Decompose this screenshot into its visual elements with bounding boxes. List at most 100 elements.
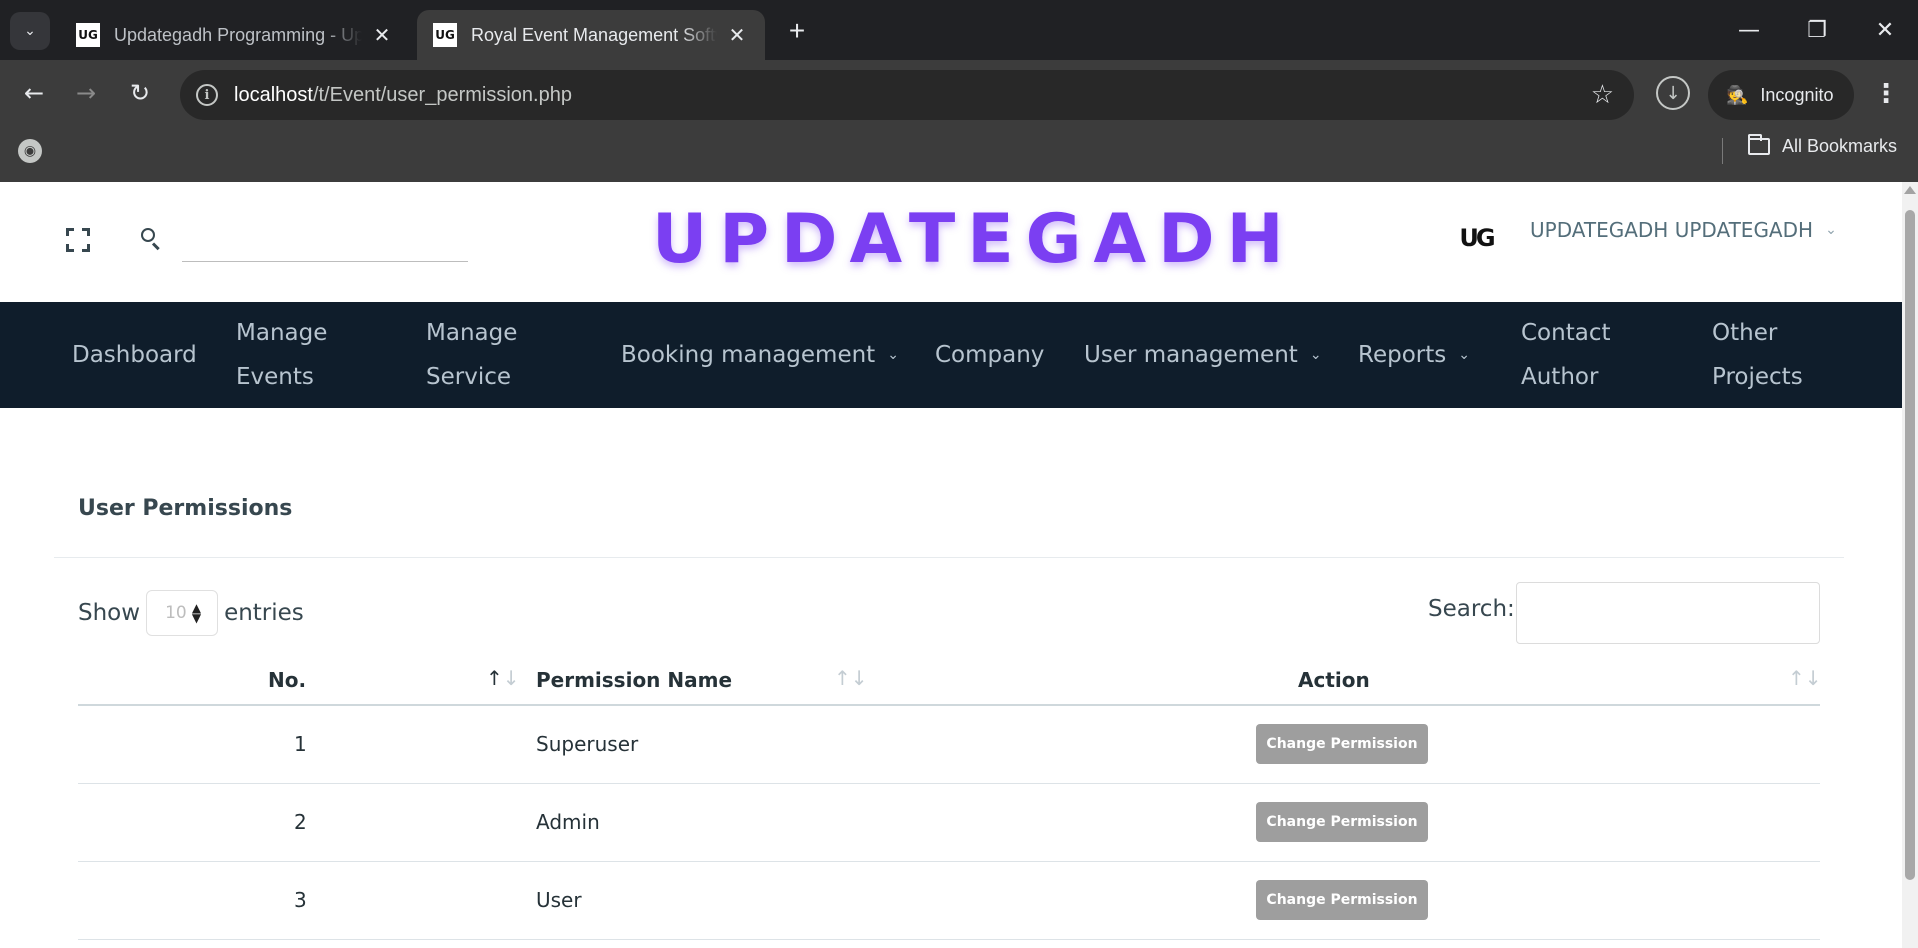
- column-header-no[interactable]: No.: [268, 668, 306, 692]
- user-menu[interactable]: UPDATEGADH UPDATEGADH ⌄: [1530, 218, 1837, 242]
- table-row: 2 Admin Change Permission: [78, 784, 1820, 862]
- close-window-button[interactable]: ✕: [1860, 8, 1910, 52]
- main-navbar: Dashboard Manage Events Manage Service B…: [0, 302, 1902, 408]
- show-label: Show: [78, 600, 141, 626]
- page-scrollbar[interactable]: [1902, 182, 1918, 948]
- all-bookmarks-button[interactable]: All Bookmarks: [1748, 134, 1898, 157]
- sort-icon[interactable]: ↑↓: [1788, 666, 1822, 690]
- sort-icon[interactable]: ↑↓: [834, 666, 868, 690]
- chevron-down-icon: ⌄: [1458, 347, 1470, 363]
- brand-logo-text[interactable]: UPDATEGADH: [652, 200, 1295, 280]
- close-icon[interactable]: ✕: [725, 23, 749, 47]
- arrow-right-icon: →: [75, 79, 97, 107]
- nav-contact-author[interactable]: Contact Author: [1521, 311, 1610, 399]
- browser-tab-updategadh[interactable]: UG Updategadh Programming - Updategadh ✕: [60, 10, 410, 60]
- avatar[interactable]: UG: [1458, 220, 1495, 256]
- nav-label: Projects: [1712, 364, 1803, 390]
- url-host: localhost: [234, 83, 313, 106]
- cell-no: 3: [294, 888, 307, 912]
- page-header: UPDATEGADH UG UPDATEGADH UPDATEGADH ⌄: [0, 182, 1902, 302]
- change-permission-button[interactable]: Change Permission: [1256, 802, 1428, 842]
- entries-label: entries: [224, 600, 304, 626]
- select-arrows-icon: ▲ ▼: [191, 601, 202, 625]
- new-tab-button[interactable]: +: [780, 14, 814, 48]
- entries-length-control: Show 10 ▲ ▼ entries: [78, 590, 304, 636]
- restore-button[interactable]: ❐: [1792, 8, 1842, 52]
- tab-search-button[interactable]: ⌄: [10, 12, 50, 50]
- folder-icon: [1748, 134, 1770, 155]
- forward-button[interactable]: →: [66, 73, 106, 113]
- change-permission-button[interactable]: Change Permission: [1256, 880, 1428, 920]
- back-button[interactable]: ←: [14, 73, 54, 113]
- globe-icon[interactable]: ◉: [18, 139, 42, 163]
- cell-no: 2: [294, 810, 307, 834]
- bookmarks-separator: [1722, 138, 1723, 164]
- permissions-table: No. ↑↓ Permission Name ↑↓ Action ↑↓ 1 Su…: [78, 662, 1822, 940]
- nav-label: User management: [1084, 342, 1298, 368]
- cell-permission-name: Admin: [536, 810, 600, 834]
- nav-manage-events[interactable]: Manage Events: [236, 311, 327, 399]
- all-bookmarks-label: All Bookmarks: [1782, 136, 1898, 156]
- tab-title: Updategadh Programming - Updategadh: [114, 24, 362, 45]
- chevron-down-icon: ⌄: [1309, 347, 1322, 363]
- nav-dashboard[interactable]: Dashboard: [72, 333, 197, 377]
- chevron-down-icon: ⌄: [24, 23, 36, 39]
- bookmark-star-icon[interactable]: ☆: [1591, 80, 1614, 110]
- restore-icon: ❐: [1807, 17, 1827, 43]
- search-icon[interactable]: [141, 228, 163, 251]
- nav-reports[interactable]: Reports ⌄: [1358, 333, 1470, 377]
- table-row: 1 Superuser Change Permission: [78, 706, 1820, 784]
- fullscreen-icon[interactable]: [66, 228, 90, 252]
- scrollbar-thumb[interactable]: [1905, 210, 1915, 880]
- cell-no: 1: [294, 732, 307, 756]
- scroll-up-icon[interactable]: [1904, 186, 1916, 194]
- column-header-permission-name[interactable]: Permission Name: [536, 668, 732, 692]
- table-search-label: Search:: [1428, 596, 1515, 622]
- nav-label: Service: [426, 364, 512, 390]
- header-search-input[interactable]: [182, 218, 468, 262]
- table-search-input[interactable]: [1516, 582, 1820, 644]
- user-name-label: UPDATEGADH UPDATEGADH: [1530, 218, 1814, 242]
- arrow-left-icon: ←: [23, 79, 45, 107]
- browser-tab-royal-event[interactable]: UG Royal Event Management Software ✕: [417, 10, 765, 60]
- nav-company[interactable]: Company: [935, 333, 1044, 377]
- nav-label: Manage: [236, 320, 328, 346]
- nav-label: Contact: [1521, 320, 1611, 346]
- reload-button[interactable]: ↻: [120, 73, 160, 113]
- nav-booking-management[interactable]: Booking management ⌄: [621, 333, 899, 377]
- entries-value: 10: [165, 603, 187, 623]
- url-text[interactable]: localhost/t/Event/user_permission.php: [234, 84, 572, 107]
- download-icon[interactable]: ↓: [1656, 76, 1690, 110]
- nav-other-projects[interactable]: Other Projects: [1712, 311, 1803, 399]
- table-row: 3 User Change Permission: [78, 862, 1820, 940]
- address-bar[interactable]: i localhost/t/Event/user_permission.php …: [180, 70, 1634, 120]
- browser-menu-icon[interactable]: ⋮: [1870, 74, 1902, 114]
- incognito-label: Incognito: [1760, 84, 1834, 105]
- entries-select[interactable]: 10 ▲ ▼: [146, 590, 219, 636]
- table-header: No. ↑↓ Permission Name ↑↓ Action ↑↓: [78, 662, 1822, 706]
- browser-tabstrip: ⌄ UG Updategadh Programming - Updategadh…: [0, 0, 1918, 60]
- cell-permission-name: Superuser: [536, 732, 639, 756]
- close-icon[interactable]: ✕: [370, 23, 394, 47]
- column-header-action[interactable]: Action: [1298, 668, 1370, 692]
- change-permission-button[interactable]: Change Permission: [1256, 724, 1428, 764]
- page-viewport: UPDATEGADH UG UPDATEGADH UPDATEGADH ⌄ Da…: [0, 182, 1918, 948]
- incognito-badge[interactable]: 🕵 Incognito: [1708, 70, 1854, 120]
- nav-label: Events: [236, 364, 314, 390]
- nav-label: Dashboard: [72, 342, 197, 368]
- plus-icon: +: [788, 15, 806, 46]
- reload-icon: ↻: [129, 79, 151, 107]
- nav-label: Other: [1712, 320, 1778, 346]
- nav-user-management[interactable]: User management ⌄: [1084, 333, 1322, 377]
- sort-asc-icon[interactable]: ↑↓: [486, 666, 520, 690]
- nav-label: Company: [935, 342, 1045, 368]
- close-icon: ✕: [1875, 17, 1895, 43]
- nav-label: Manage: [426, 320, 518, 346]
- chevron-down-icon: ⌄: [887, 347, 899, 363]
- minimize-button[interactable]: —: [1724, 8, 1774, 52]
- nav-label: Reports: [1358, 342, 1447, 368]
- minimize-icon: —: [1738, 17, 1760, 43]
- site-info-icon[interactable]: i: [196, 84, 218, 106]
- nav-manage-service[interactable]: Manage Service: [426, 311, 517, 399]
- browser-toolbar: ← → ↻ i localhost/t/Event/user_permissio…: [0, 60, 1918, 188]
